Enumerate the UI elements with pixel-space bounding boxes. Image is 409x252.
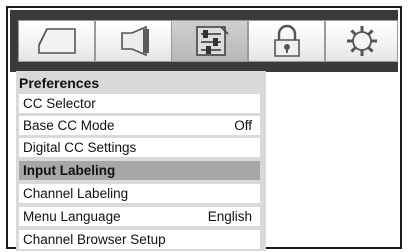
- menu-item-cc-selector[interactable]: CC Selector: [19, 94, 260, 113]
- tab-picture[interactable]: [18, 20, 95, 62]
- menu-item-label: Channel Browser Setup: [23, 232, 166, 247]
- tv-menu-frame: Preferences CC Selector Base CC Mode Off…: [6, 6, 402, 251]
- tab-setup[interactable]: [171, 20, 248, 62]
- panel-title: Preferences: [19, 75, 100, 91]
- menu-item-label: Channel Labeling: [23, 186, 129, 201]
- menu-item-menu-language[interactable]: Menu Language English: [19, 207, 260, 226]
- menu-item-label: Digital CC Settings: [23, 140, 137, 155]
- preferences-panel: Preferences CC Selector Base CC Mode Off…: [16, 71, 266, 251]
- settings-gear-icon: [346, 26, 377, 56]
- menu-item-digital-cc-settings[interactable]: Digital CC Settings: [19, 138, 260, 157]
- menu-item-value: Off: [234, 118, 252, 133]
- lock-icon: [273, 24, 300, 57]
- menu-item-base-cc-mode[interactable]: Base CC Mode Off: [19, 116, 260, 135]
- menu-item-channel-browser-setup[interactable]: Channel Browser Setup: [19, 230, 260, 249]
- menu-item-input-labeling[interactable]: Input Labeling: [19, 161, 260, 180]
- tab-settings[interactable]: [325, 20, 398, 62]
- sound-icon: [120, 25, 149, 57]
- menu-item-label: Input Labeling: [23, 163, 116, 178]
- menu-item-label: Base CC Mode: [23, 118, 115, 133]
- menu-item-label: Menu Language: [23, 209, 121, 224]
- menu-tab-bar: [10, 10, 398, 72]
- menu-item-value: English: [207, 209, 252, 224]
- tab-sound[interactable]: [95, 20, 172, 62]
- menu-item-label: CC Selector: [23, 96, 96, 111]
- tab-lock[interactable]: [248, 20, 325, 62]
- setup-icon: [195, 26, 229, 56]
- menu-item-channel-labeling[interactable]: Channel Labeling: [19, 184, 260, 203]
- picture-icon: [37, 28, 76, 54]
